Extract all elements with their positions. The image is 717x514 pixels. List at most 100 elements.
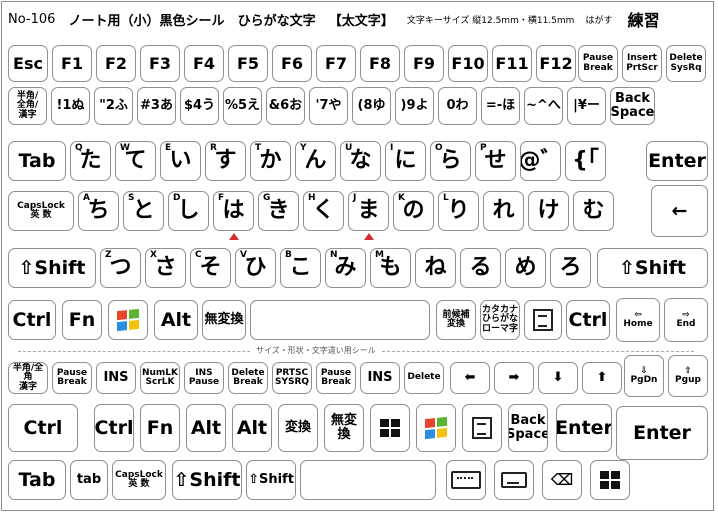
- windows-key-alt[interactable]: [590, 460, 630, 500]
- ctrl-left-key[interactable]: Ctrl: [8, 300, 56, 340]
- key-row8-7[interactable]: [370, 404, 410, 452]
- kana-key-r5-6[interactable]: もM: [370, 248, 411, 288]
- key-row1-7[interactable]: F7: [316, 45, 356, 82]
- key-row7-4[interactable]: INS Pause: [184, 362, 224, 394]
- key-row8-6[interactable]: 無変換: [324, 404, 364, 452]
- key-row7-13[interactable]: ⬆: [582, 362, 622, 394]
- key-row7-0[interactable]: 半角/全角 漢字: [8, 362, 48, 394]
- key-row8-8[interactable]: [416, 404, 456, 452]
- key-row8-10[interactable]: Back Space: [508, 404, 548, 452]
- space-key[interactable]: [250, 300, 430, 340]
- tab-key-alt-1[interactable]: Tab: [8, 460, 66, 500]
- enter-key[interactable]: Enter: [646, 141, 708, 181]
- shift-right-key[interactable]: ⇧Shift: [597, 248, 708, 288]
- key-row1-3[interactable]: F3: [140, 45, 180, 82]
- shift-left-key[interactable]: ⇧Shift: [8, 248, 96, 288]
- key-row7-15[interactable]: ⇧ Pgup: [668, 355, 708, 397]
- key-row7-7[interactable]: Pause Break: [316, 362, 356, 394]
- kana-key-r5-0[interactable]: つZ: [100, 248, 141, 288]
- kana-key-r3-10[interactable]: @゛: [520, 141, 561, 181]
- key-row1-9[interactable]: F9: [404, 45, 444, 82]
- alt-key[interactable]: Alt: [154, 300, 198, 340]
- key-row2-5[interactable]: %5え: [223, 87, 262, 125]
- caps-lock-key[interactable]: CapsLock 英 数: [8, 191, 74, 231]
- kana-key-r3-5[interactable]: んY: [295, 141, 336, 181]
- windows-key[interactable]: [108, 300, 148, 340]
- key-row2-11[interactable]: =-ほ: [481, 87, 520, 125]
- ctrl-right-key[interactable]: Ctrl: [566, 300, 610, 340]
- key-row2-1[interactable]: !1ぬ: [51, 87, 90, 125]
- key-row1-15[interactable]: Delete SysRq: [666, 45, 706, 82]
- key-row2-2[interactable]: "2ふ: [94, 87, 133, 125]
- key-row7-8[interactable]: INS: [360, 362, 400, 394]
- key-row7-11[interactable]: ➡: [494, 362, 534, 394]
- key-row2-6[interactable]: &6お: [266, 87, 305, 125]
- key-row7-9[interactable]: Delete: [404, 362, 444, 394]
- kana-key-r4-5[interactable]: くH: [303, 191, 344, 231]
- kana-key-r4-9[interactable]: れ: [483, 191, 524, 231]
- kana-key-r5-2[interactable]: そC: [190, 248, 231, 288]
- key-row1-8[interactable]: F8: [360, 45, 400, 82]
- kana-key-r5-8[interactable]: る: [460, 248, 501, 288]
- shift-key-alt-1[interactable]: ⇧Shift: [172, 460, 242, 500]
- key-row7-3[interactable]: NumLK ScrLK: [140, 362, 180, 394]
- space-key-alt[interactable]: [300, 460, 436, 500]
- kana-key-r5-10[interactable]: ろ: [550, 248, 591, 288]
- kana-key-r4-1[interactable]: とS: [123, 191, 164, 231]
- key-row7-6[interactable]: PRTSC SYSRQ: [272, 362, 312, 394]
- keyboard-key[interactable]: [446, 460, 486, 500]
- key-row1-1[interactable]: F1: [52, 45, 92, 82]
- key-row2-14[interactable]: Back Space: [610, 87, 655, 125]
- key-row1-12[interactable]: F12: [536, 45, 576, 82]
- key-row1-5[interactable]: F5: [228, 45, 268, 82]
- kana-key-r4-0[interactable]: ちA: [78, 191, 119, 231]
- key-row1-11[interactable]: F11: [492, 45, 532, 82]
- kana-key-r4-10[interactable]: け: [528, 191, 569, 231]
- enter-arrow-key[interactable]: ←: [651, 185, 708, 237]
- kana-key-r3-2[interactable]: いE: [160, 141, 201, 181]
- kana-key-r4-11[interactable]: む: [573, 191, 614, 231]
- kana-key-r4-6[interactable]: まJ: [348, 191, 389, 231]
- kana-key-r5-5[interactable]: みN: [325, 248, 366, 288]
- key-row7-12[interactable]: ⬇: [538, 362, 578, 394]
- key-row2-8[interactable]: (8ゆ: [352, 87, 391, 125]
- kana-key-r4-8[interactable]: りL: [438, 191, 479, 231]
- key-row8-12[interactable]: Enter: [616, 406, 708, 460]
- tab-key[interactable]: Tab: [8, 141, 66, 181]
- muhenkan-key[interactable]: 無変換: [202, 300, 246, 340]
- kana-key-r3-1[interactable]: てW: [115, 141, 156, 181]
- kana-key-r4-2[interactable]: しD: [168, 191, 209, 231]
- end-key[interactable]: ⇨ End: [664, 298, 708, 342]
- home-key[interactable]: ⇦ Home: [616, 298, 660, 342]
- key-row1-0[interactable]: Esc: [8, 45, 48, 82]
- key-row8-9[interactable]: [462, 404, 502, 452]
- kana-key-r3-11[interactable]: {「: [565, 141, 606, 181]
- key-row7-1[interactable]: Pause Break: [52, 362, 92, 394]
- backspace-icon-key[interactable]: ⌫: [542, 460, 582, 500]
- caps-lock-key-alt[interactable]: CapsLock 英 数: [112, 460, 166, 500]
- kana-key-r5-4[interactable]: こB: [280, 248, 321, 288]
- key-row7-14[interactable]: ⇩ PgDn: [624, 355, 664, 397]
- key-row8-1[interactable]: Ctrl: [94, 404, 134, 452]
- kana-key-r3-4[interactable]: かT: [250, 141, 291, 181]
- key-row2-0[interactable]: 半角/ 全角/ 漢字: [8, 87, 47, 125]
- key-row1-2[interactable]: F2: [96, 45, 136, 82]
- kana-key-r5-9[interactable]: め: [505, 248, 546, 288]
- zenkouho-henkan-key[interactable]: 前候補 変換: [436, 300, 476, 340]
- kana-key-r3-7[interactable]: にI: [385, 141, 426, 181]
- kana-key-r5-1[interactable]: さX: [145, 248, 186, 288]
- input-key[interactable]: [494, 460, 534, 500]
- key-row2-13[interactable]: |¥ー: [567, 87, 606, 125]
- shift-key-alt-2[interactable]: ⇧Shift: [246, 460, 296, 500]
- key-row8-4[interactable]: Alt: [232, 404, 272, 452]
- key-row8-11[interactable]: Enter: [556, 404, 612, 452]
- kana-key-r5-7[interactable]: ね: [415, 248, 456, 288]
- fn-key[interactable]: Fn: [62, 300, 102, 340]
- kana-key-r4-7[interactable]: のK: [393, 191, 434, 231]
- kana-key-r3-6[interactable]: なU: [340, 141, 381, 181]
- key-row7-10[interactable]: ⬅: [450, 362, 490, 394]
- kana-key-r3-0[interactable]: たQ: [70, 141, 111, 181]
- kana-key-r3-8[interactable]: らO: [430, 141, 471, 181]
- kana-toggle-key[interactable]: カタカナ ひらがな ローマ字: [480, 300, 520, 340]
- kana-key-r4-3[interactable]: はF: [213, 191, 254, 231]
